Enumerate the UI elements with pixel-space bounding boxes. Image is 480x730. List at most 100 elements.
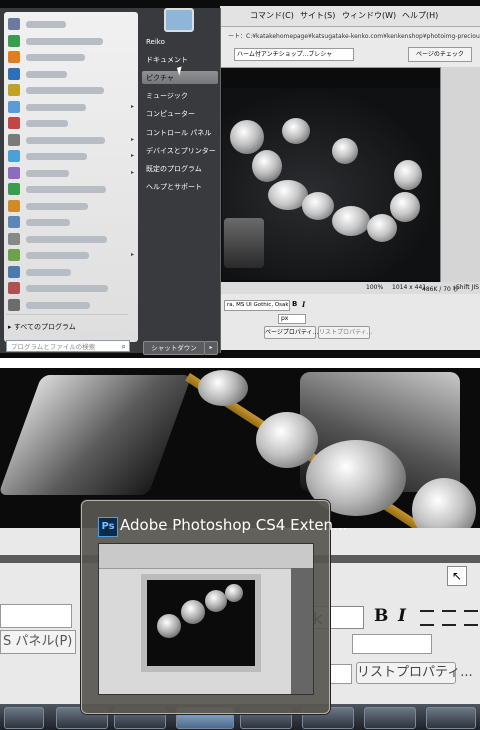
program-list: ▸ ▸ ▸ ▸ ▸ <box>4 12 138 342</box>
program-item[interactable] <box>26 268 71 276</box>
taskbar-button[interactable] <box>4 707 44 729</box>
program-item[interactable] <box>26 21 66 28</box>
program-item[interactable] <box>26 235 107 243</box>
list-properties-button[interactable]: リストプロパティ... <box>356 662 473 684</box>
program-item[interactable] <box>26 136 105 144</box>
devices-printers-link[interactable]: デバイスとプリンター <box>146 146 216 156</box>
encoding: Shift JIS <box>456 284 479 291</box>
all-programs[interactable]: ▸ すべてのプログラム <box>8 322 76 332</box>
dw-panel-dock[interactable] <box>440 67 480 283</box>
program-icon[interactable] <box>8 282 20 294</box>
file-path: ート：C:¥katakehomepage¥katsugatake-kenko.c… <box>228 33 480 40</box>
shutdown-options-arrow[interactable]: ▸ <box>204 341 218 355</box>
crystal-block <box>224 218 264 268</box>
toolbar-field[interactable] <box>0 604 72 628</box>
bead <box>198 370 248 406</box>
program-item[interactable] <box>26 87 104 94</box>
top-photo: コマンド(C) サイト(S) ウィンドウ(W) ヘルプ(H) ート：C:¥kat… <box>0 0 480 358</box>
music-link[interactable]: ミュージック <box>146 91 188 101</box>
program-icon[interactable] <box>8 67 20 80</box>
title-field[interactable]: ハーム付アンチショップ...ブレシャ <box>234 48 354 61</box>
program-item[interactable] <box>26 103 86 111</box>
pointer-tool-icon[interactable]: ↖ <box>447 566 467 586</box>
italic-button[interactable]: I <box>302 300 305 309</box>
list-properties-button[interactable]: リストプロパティ... <box>318 326 372 339</box>
font-select[interactable]: ra, MS UI Gothic, Osak <box>224 300 290 311</box>
documents-link[interactable]: ドキュメント <box>146 55 188 65</box>
program-item[interactable] <box>26 120 68 127</box>
user-picture[interactable] <box>164 8 194 32</box>
menu-command[interactable]: コマンド(C) <box>250 10 294 21</box>
program-icon[interactable] <box>8 249 20 261</box>
select-field[interactable] <box>330 664 352 684</box>
search-icon: ⌕ <box>121 342 126 351</box>
program-icon[interactable] <box>8 100 20 113</box>
program-icon[interactable] <box>8 265 20 278</box>
property-inspector: ra, MS UI Gothic, Osak B I px ページプロパティ..… <box>220 294 480 350</box>
program-item[interactable] <box>26 301 90 309</box>
control-panel-link[interactable]: コントロール パネル <box>146 128 211 138</box>
preview-bead <box>205 590 227 612</box>
search-placeholder: プログラムとファイルの検索 <box>11 343 96 351</box>
unit-select[interactable]: px <box>278 314 306 324</box>
program-icon[interactable] <box>8 150 20 162</box>
page-check-button[interactable]: ページのチェック <box>408 47 472 62</box>
separator <box>6 314 128 315</box>
taskbar-button[interactable] <box>364 707 416 729</box>
italic-button[interactable]: I <box>398 606 406 626</box>
crystal-bead <box>367 214 397 242</box>
program-item[interactable] <box>26 169 69 177</box>
page-properties-button[interactable]: ページプロパティ... <box>264 326 318 339</box>
program-item[interactable] <box>26 70 67 78</box>
program-icon[interactable] <box>8 51 20 63</box>
program-item[interactable] <box>26 54 85 61</box>
default-programs-link[interactable]: 既定のプログラム <box>146 164 202 174</box>
menu-window[interactable]: ウィンドウ(W) <box>342 10 396 21</box>
program-icon[interactable] <box>8 216 20 228</box>
taskbar-thumbnail-preview[interactable]: Ps Adobe Photoshop CS4 Exten... <box>81 500 347 714</box>
user-name[interactable]: Reiko <box>146 38 165 46</box>
program-icon[interactable] <box>8 18 20 30</box>
preview-panels <box>291 568 313 694</box>
taskbar-button[interactable] <box>426 707 476 729</box>
computer-link[interactable]: コンピューター <box>146 109 195 119</box>
window-size: 1014 x 441 <box>392 284 427 291</box>
program-item[interactable] <box>26 37 103 45</box>
program-icon[interactable] <box>8 232 20 245</box>
download-weight: 486K / 70 秒 <box>422 286 459 293</box>
crystal-bead <box>282 118 310 144</box>
program-icon[interactable] <box>8 117 20 129</box>
bold-button[interactable]: B <box>374 606 388 626</box>
program-icon[interactable] <box>8 133 20 146</box>
program-icon[interactable] <box>8 34 20 47</box>
crystal-bead <box>390 192 420 222</box>
panel-button[interactable]: S パネル(P) <box>0 630 76 654</box>
search-input[interactable]: プログラムとファイルの検索 ⌕ <box>6 340 130 352</box>
program-icon[interactable] <box>8 298 20 311</box>
program-icon[interactable] <box>8 199 20 212</box>
align-center-icon[interactable] <box>442 610 456 626</box>
menu-site[interactable]: サイト(S) <box>300 10 335 21</box>
pictures-link[interactable]: ピクチャ <box>146 73 174 83</box>
program-item[interactable] <box>26 186 106 193</box>
menu-help[interactable]: ヘルプ(H) <box>402 10 438 21</box>
program-icon[interactable] <box>8 183 20 195</box>
align-left-icon[interactable] <box>420 610 434 626</box>
bold-button[interactable]: B <box>292 300 297 308</box>
program-item[interactable] <box>26 202 88 210</box>
submenu-arrow-icon: ▸ <box>131 152 135 159</box>
help-support-link[interactable]: ヘルプとサポート <box>146 182 202 192</box>
align-right-icon[interactable] <box>464 610 478 626</box>
size-field[interactable] <box>352 634 432 654</box>
crystal-bead <box>230 120 264 154</box>
zoom-value[interactable]: 100% <box>366 284 383 291</box>
crystal-bead <box>302 192 334 220</box>
program-icon[interactable] <box>8 166 20 179</box>
program-icon[interactable] <box>8 84 20 96</box>
program-item[interactable] <box>26 252 89 259</box>
program-item[interactable] <box>26 153 87 160</box>
program-item[interactable] <box>26 285 108 292</box>
program-item[interactable] <box>26 219 70 226</box>
shutdown-button[interactable]: シャットダウン <box>143 341 205 355</box>
bead <box>256 412 318 468</box>
